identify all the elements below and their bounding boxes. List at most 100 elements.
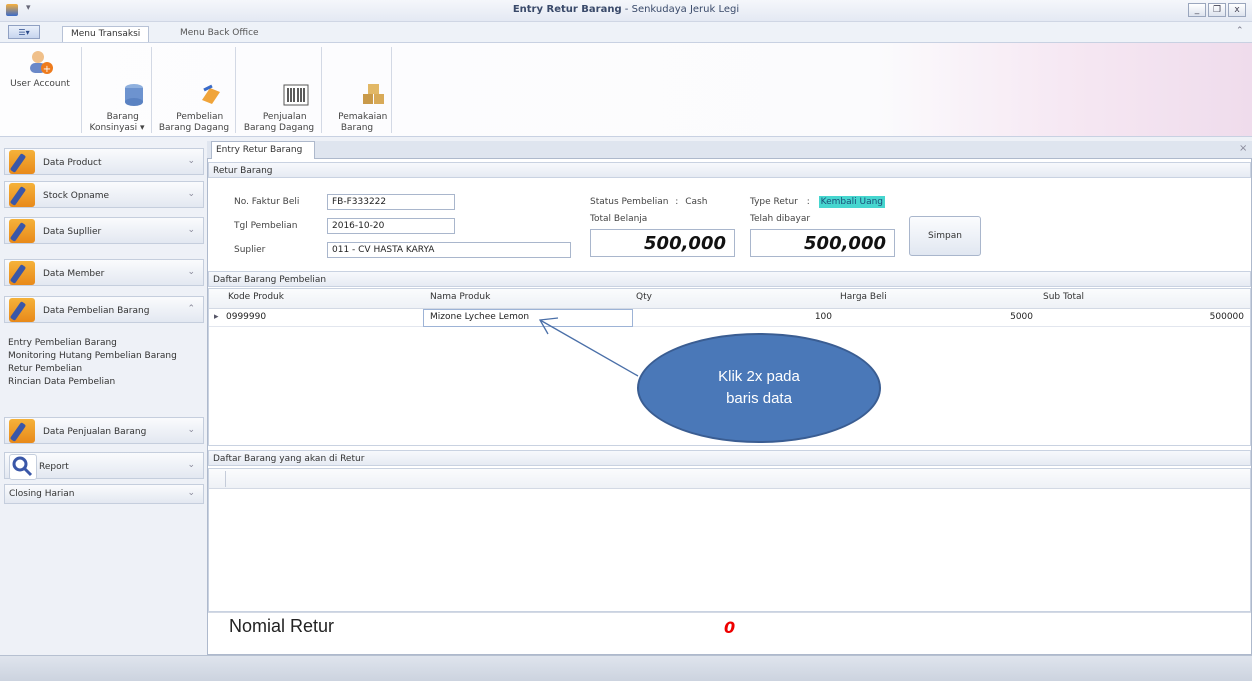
retur-grid: [208, 468, 1251, 612]
nav-data-supllier[interactable]: Data Supllier ⌄: [4, 217, 204, 244]
status-pembelian-value: Cash: [685, 197, 708, 207]
cell-subtotal[interactable]: 500000: [1130, 312, 1244, 322]
nav-stock-opname[interactable]: Stock Opname ⌄: [4, 181, 204, 208]
chevron-down-icon: ⌄: [187, 225, 195, 235]
status-bar: [0, 655, 1252, 681]
callout-line-1: Klik 2x pada: [718, 368, 800, 385]
nav-sublink-monitoring-hutang[interactable]: Monitoring Hutang Pembelian Barang: [8, 351, 177, 361]
pemakaian-barang-button[interactable]: Pemakaian Barang: [324, 49, 390, 145]
user-account-button[interactable]: + User Account: [2, 49, 78, 90]
nav-sublink-rincian-data[interactable]: Rincian Data Pembelian: [8, 377, 115, 387]
pembelian-barang-dagang-button[interactable]: Pembelian Barang Dagang: [154, 49, 234, 145]
pencil-icon: [9, 419, 35, 443]
nav-report[interactable]: Report ⌄: [4, 452, 204, 480]
barcode-icon: [266, 71, 309, 106]
nav-label: Data Member: [43, 269, 105, 279]
callout-arrow: [538, 317, 639, 377]
faktur-label: No. Faktur Beli: [234, 197, 300, 207]
status-pembelian-label: Status Pembelian: [590, 197, 669, 207]
pembelian-grid-header: Daftar Barang Pembelian: [208, 271, 1251, 287]
tgl-pembelian-label: Tgl Pembelian: [234, 221, 298, 231]
type-retur-label: Type Retur: [750, 197, 798, 207]
pemakaian-barang-label: Pemakaian Barang: [338, 112, 388, 133]
close-document-icon[interactable]: ×: [1239, 143, 1247, 154]
instruction-callout: Klik 2x pada baris data: [637, 333, 881, 443]
cell-nama[interactable]: Mizone Lychee Lemon: [430, 312, 529, 322]
status-pembelian: Status Pembelian : Cash: [590, 197, 707, 207]
nav-closing-harian[interactable]: Closing Harian ⌄: [4, 484, 204, 504]
window-title: Entry Retur Barang - Senkudaya Jeruk Leg…: [0, 4, 1252, 15]
col-kode-produk[interactable]: Kode Produk: [228, 292, 284, 302]
col-harga-beli[interactable]: Harga Beli: [840, 292, 887, 302]
type-retur: Type Retur : Kembali Uang: [750, 196, 886, 208]
user-account-label: User Account: [10, 79, 70, 89]
retur-grid-header: Daftar Barang yang akan di Retur: [208, 450, 1251, 466]
pencil-icon: [9, 298, 35, 322]
ribbon-tab-row: ☰▾ Menu Transaksi Menu Back Office ⌃: [0, 22, 1252, 42]
nav-label: Data Supllier: [43, 227, 102, 237]
cell-kode[interactable]: 0999990: [226, 312, 266, 322]
nav-data-penjualan-barang[interactable]: Data Penjualan Barang ⌄: [4, 417, 204, 444]
title-bar: ▾ Entry Retur Barang - Senkudaya Jeruk L…: [0, 0, 1252, 22]
nav-label: Closing Harian: [9, 489, 75, 499]
tab-menu-transaksi[interactable]: Menu Transaksi: [62, 26, 150, 42]
total-belanja-label: Total Belanja: [590, 214, 648, 224]
chevron-down-icon: ⌄: [187, 425, 195, 435]
penjualan-barang-dagang-button[interactable]: Penjualan Barang Dagang: [238, 49, 320, 145]
nav-data-product[interactable]: Data Product ⌄: [4, 148, 204, 175]
document-tab[interactable]: Entry Retur Barang: [211, 141, 315, 159]
ribbon-collapse-icon[interactable]: ⌃: [1236, 26, 1244, 36]
col-nama-produk[interactable]: Nama Produk: [430, 292, 490, 302]
telah-dibayar-value: 500,000: [750, 229, 895, 257]
ribbon: + User Account Barang Konsinyasi ▾ Pembe…: [0, 42, 1252, 137]
chevron-down-icon: ⌄: [187, 488, 195, 498]
boxes-icon: [344, 71, 385, 104]
cell-harga[interactable]: 5000: [920, 312, 1033, 322]
cell-qty[interactable]: 100: [720, 312, 832, 322]
database-icon: [104, 71, 144, 106]
nominal-retur-value: 0: [724, 618, 736, 637]
nav-data-pembelian-barang[interactable]: Data Pembelian Barang ⌃: [4, 296, 204, 323]
chevron-down-icon: ⌄: [187, 156, 195, 166]
chevron-up-icon: ⌃: [187, 304, 195, 314]
penjualan-barang-dagang-label: Penjualan Barang Dagang: [243, 112, 315, 133]
close-button[interactable]: x: [1228, 3, 1246, 17]
minimize-button[interactable]: _: [1188, 3, 1206, 17]
nav-sublink-entry-pembelian[interactable]: Entry Pembelian Barang: [8, 338, 117, 348]
row-indicator-icon: ▸: [214, 312, 219, 322]
simpan-button[interactable]: Simpan: [909, 216, 981, 256]
retur-grid-header-row: [209, 469, 1250, 489]
document-tab-strip: ×: [207, 141, 1252, 159]
nav-sublink-retur-pembelian[interactable]: Retur Pembelian: [8, 364, 82, 374]
tgl-pembelian-input[interactable]: 2016-10-20: [327, 218, 455, 234]
purchase-icon: [181, 71, 221, 104]
nav-data-member[interactable]: Data Member ⌄: [4, 259, 204, 286]
pencil-icon: [9, 183, 35, 207]
retur-grid-row-header-divider: [225, 471, 226, 487]
type-retur-value[interactable]: Kembali Uang: [818, 196, 886, 208]
window-title-sub: - Senkudaya Jeruk Legi: [621, 4, 740, 15]
search-icon: [9, 454, 37, 480]
left-navigation: Data Product ⌄ Stock Opname ⌄ Data Supll…: [0, 138, 204, 650]
nav-label: Data Product: [43, 158, 102, 168]
window-title-main: Entry Retur Barang: [512, 4, 622, 15]
barang-konsinyasi-button[interactable]: Barang Konsinyasi ▾: [84, 49, 150, 145]
total-belanja-value: 500,000: [590, 229, 735, 257]
chevron-down-icon: ⌄: [187, 267, 195, 277]
col-qty[interactable]: Qty: [636, 292, 652, 302]
nav-label: Data Penjualan Barang: [43, 427, 147, 437]
col-sub-total[interactable]: Sub Total: [1043, 292, 1084, 302]
pencil-icon: [9, 219, 35, 243]
restore-button[interactable]: ❐: [1208, 3, 1226, 17]
suplier-input[interactable]: 011 - CV HASTA KARYA: [327, 242, 571, 258]
retur-barang-group-header: Retur Barang: [208, 162, 1251, 178]
tab-menu-back-office[interactable]: Menu Back Office: [172, 26, 267, 42]
status-separator: :: [675, 197, 679, 207]
suplier-label: Suplier: [234, 245, 266, 255]
faktur-input[interactable]: FB-F333222: [327, 194, 455, 210]
callout-line-2: baris data: [726, 390, 792, 407]
application-menu-button[interactable]: ☰▾: [8, 25, 40, 39]
nav-label: Report: [39, 462, 69, 472]
pembelian-grid-header-row: [209, 289, 1250, 309]
chevron-down-icon: ⌄: [187, 460, 195, 470]
